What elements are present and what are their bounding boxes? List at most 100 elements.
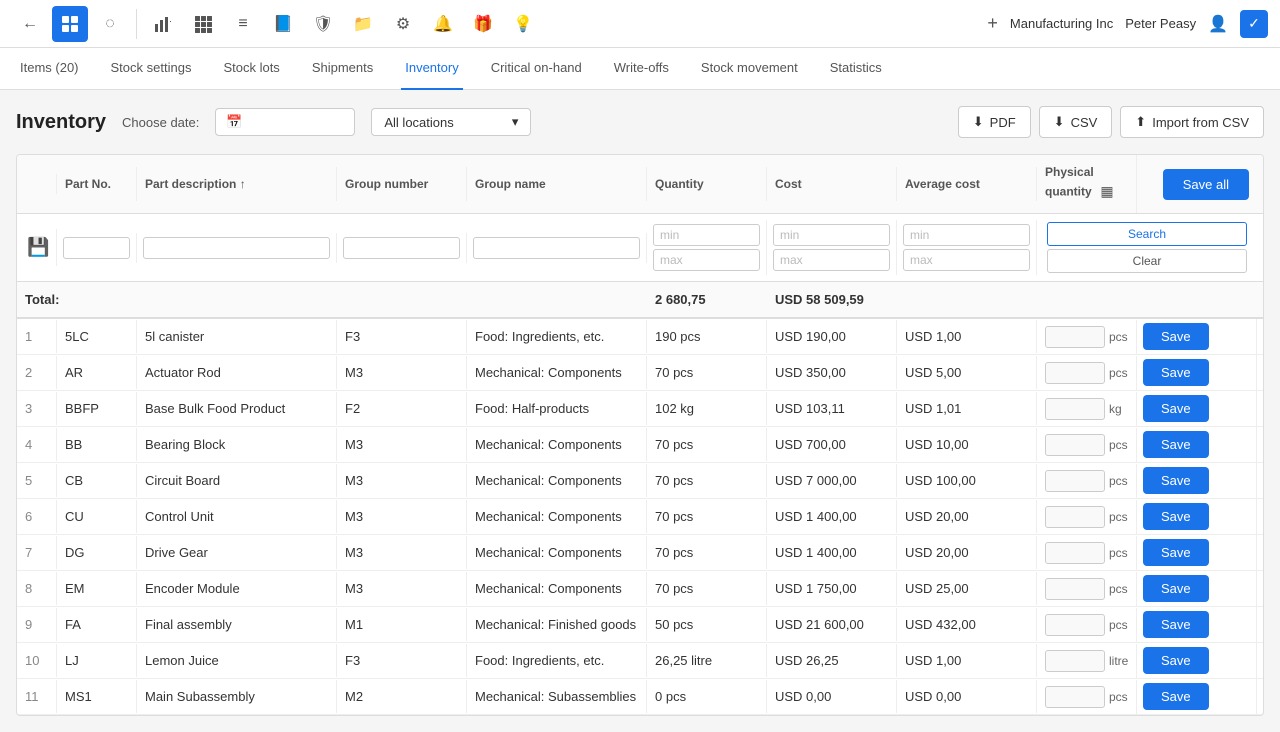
- settings-button[interactable]: ⚙: [385, 6, 421, 42]
- physical-qty-input[interactable]: [1045, 326, 1105, 348]
- csv-button[interactable]: ⬇ CSV: [1039, 106, 1113, 138]
- save-row-button[interactable]: Save: [1143, 323, 1209, 350]
- notification-icon-blue[interactable]: ✓: [1240, 10, 1268, 38]
- row-partno: BBFP: [57, 392, 137, 425]
- table-row: 5 CB Circuit Board M3 Mechanical: Compon…: [17, 463, 1263, 499]
- save-row-button[interactable]: Save: [1143, 431, 1209, 458]
- row-physicalqty: pcs: [1037, 356, 1137, 390]
- row-physicalqty: pcs: [1037, 572, 1137, 606]
- physical-qty-input[interactable]: [1045, 506, 1105, 528]
- filter-partdesc-input[interactable]: [143, 237, 330, 259]
- row-physicalqty: pcs: [1037, 320, 1137, 354]
- save-row-button[interactable]: Save: [1143, 647, 1209, 674]
- nav-writeoffs-tab[interactable]: Write-offs: [610, 48, 673, 90]
- nav-items-tab[interactable]: Items (20): [16, 48, 83, 90]
- list-button[interactable]: ≡: [225, 6, 261, 42]
- date-picker[interactable]: 📅: [215, 108, 355, 136]
- physical-qty-input[interactable]: [1045, 614, 1105, 636]
- row-cost: USD 1 400,00: [767, 536, 897, 569]
- folder-button[interactable]: 📁: [345, 6, 381, 42]
- row-quantity: 70 pcs: [647, 536, 767, 569]
- filter-quantity-min[interactable]: [653, 224, 760, 246]
- save-row-button[interactable]: Save: [1143, 359, 1209, 386]
- search-button[interactable]: Search: [1047, 222, 1247, 246]
- idea-button[interactable]: 💡: [505, 6, 541, 42]
- nav-stock-settings-tab[interactable]: Stock settings: [107, 48, 196, 90]
- th-cost: Cost: [767, 167, 897, 201]
- header-actions: ⬇ PDF ⬇ CSV ⬆ Import from CSV: [958, 106, 1264, 138]
- dashboard-button[interactable]: [52, 6, 88, 42]
- physical-qty-input[interactable]: [1045, 578, 1105, 600]
- clear-button[interactable]: Clear: [1047, 249, 1247, 273]
- physical-qty-input[interactable]: [1045, 434, 1105, 456]
- location-dropdown[interactable]: All locations ▾: [371, 108, 531, 136]
- bell-button[interactable]: 🔔: [425, 6, 461, 42]
- pdf-button[interactable]: ⬇ PDF: [958, 106, 1031, 138]
- physical-qty-input[interactable]: [1045, 470, 1105, 492]
- main-content: Inventory Choose date: 📅 All locations ▾…: [0, 90, 1280, 732]
- save-row-button[interactable]: Save: [1143, 611, 1209, 638]
- book-button[interactable]: 📘: [265, 6, 301, 42]
- filter-cost-max[interactable]: [773, 249, 890, 271]
- user-icon[interactable]: 👤: [1208, 14, 1228, 34]
- filter-partno-input[interactable]: [63, 237, 130, 259]
- shield-button[interactable]: 🛡: [305, 6, 341, 42]
- row-partno: AR: [57, 356, 137, 389]
- row-groupnum: M3: [337, 428, 467, 461]
- row-partno: LJ: [57, 644, 137, 677]
- filter-row: 💾: [17, 214, 1263, 282]
- nav-critical-onhand-tab[interactable]: Critical on-hand: [487, 48, 586, 90]
- filter-avgcost-min[interactable]: [903, 224, 1030, 246]
- gift-button[interactable]: 🎁: [465, 6, 501, 42]
- table-row: 6 CU Control Unit M3 Mechanical: Compone…: [17, 499, 1263, 535]
- physical-qty-input[interactable]: [1045, 362, 1105, 384]
- filter-avgcost-max[interactable]: [903, 249, 1030, 271]
- add-button[interactable]: +: [987, 13, 998, 34]
- row-save-cell: Save: [1137, 679, 1257, 714]
- filter-quantity-max[interactable]: [653, 249, 760, 271]
- physical-qty-input[interactable]: [1045, 542, 1105, 564]
- row-quantity: 26,25 litre: [647, 644, 767, 677]
- filter-groupnum-input[interactable]: [343, 237, 460, 259]
- row-save-cell: Save: [1137, 427, 1257, 462]
- spinner-button[interactable]: ◌: [92, 6, 128, 42]
- filter-groupname-input[interactable]: [473, 237, 640, 259]
- row-groupname: Mechanical: Components: [467, 500, 647, 533]
- th-partdesc[interactable]: Part description ↑: [137, 167, 337, 201]
- row-partno: EM: [57, 572, 137, 605]
- nav-shipments-tab[interactable]: Shipments: [308, 48, 377, 90]
- save-row-button[interactable]: Save: [1143, 395, 1209, 422]
- physical-qty-input[interactable]: [1045, 398, 1105, 420]
- row-groupname: Food: Ingredients, etc.: [467, 644, 647, 677]
- row-partdesc: Bearing Block: [137, 428, 337, 461]
- calendar-icon: 📅: [226, 114, 242, 130]
- physical-qty-input[interactable]: [1045, 686, 1105, 708]
- row-cost: USD 7 000,00: [767, 464, 897, 497]
- physical-qty-input[interactable]: [1045, 650, 1105, 672]
- save-row-button[interactable]: Save: [1143, 683, 1209, 710]
- page-title: Inventory: [16, 111, 106, 134]
- nav-inventory-tab[interactable]: Inventory: [401, 48, 462, 90]
- nav-statistics-tab[interactable]: Statistics: [826, 48, 886, 90]
- unit-label: pcs: [1109, 510, 1128, 524]
- chart-button[interactable]: [145, 6, 181, 42]
- filter-cost-min[interactable]: [773, 224, 890, 246]
- save-row-button[interactable]: Save: [1143, 467, 1209, 494]
- save-all-button[interactable]: Save all: [1163, 169, 1249, 200]
- grid-button[interactable]: [185, 6, 221, 42]
- row-physicalqty: pcs: [1037, 428, 1137, 462]
- import-csv-button[interactable]: ⬆ Import from CSV: [1120, 106, 1264, 138]
- back-button[interactable]: ←: [12, 6, 48, 42]
- save-row-button[interactable]: Save: [1143, 539, 1209, 566]
- filter-save-icon[interactable]: 💾: [23, 233, 53, 262]
- row-physicalqty: pcs: [1037, 608, 1137, 642]
- row-quantity: 70 pcs: [647, 356, 767, 389]
- row-partno: DG: [57, 536, 137, 569]
- chevron-down-icon: ▾: [512, 114, 519, 130]
- save-row-button[interactable]: Save: [1143, 503, 1209, 530]
- nav-stock-lots-tab[interactable]: Stock lots: [219, 48, 283, 90]
- save-row-button[interactable]: Save: [1143, 575, 1209, 602]
- row-save-cell: Save: [1137, 571, 1257, 606]
- column-settings-icon[interactable]: ▦: [1095, 179, 1119, 203]
- nav-stock-movement-tab[interactable]: Stock movement: [697, 48, 802, 90]
